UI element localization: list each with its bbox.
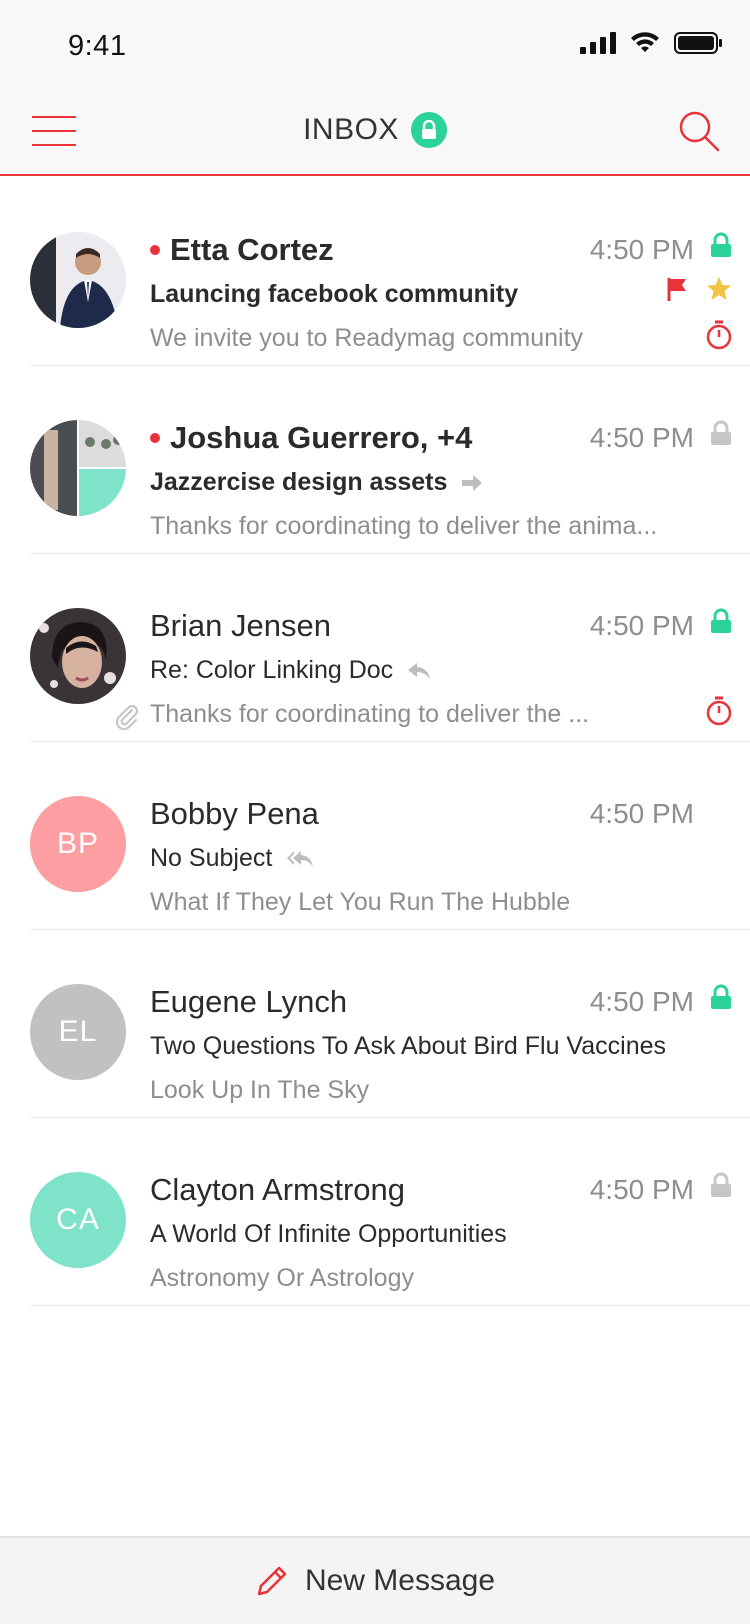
lock-icon: [711, 984, 731, 1009]
avatar: [30, 420, 126, 516]
email-time: 4:50 PM: [589, 798, 694, 829]
email-preview: What If They Let You Run The Hubble: [150, 888, 571, 916]
flag-icon[interactable]: [666, 276, 688, 302]
email-time: 4:50 PM: [589, 422, 694, 453]
signal-icon: [580, 32, 616, 54]
email-subject: Two Questions To Ask About Bird Flu Vacc…: [150, 1032, 667, 1060]
sender-name: Brian Jensen: [150, 608, 331, 643]
secure-lock-icon: [410, 112, 447, 148]
status-time: 9:41: [68, 30, 127, 62]
email-subject: No Subject: [150, 844, 314, 873]
avatar-initials: EL: [58, 1015, 98, 1048]
star-icon[interactable]: [706, 276, 732, 302]
nav-bar: INBOX: [0, 90, 750, 176]
email-preview: Astronomy Or Astrology: [150, 1264, 414, 1292]
search-icon: [679, 111, 720, 152]
reply-icon: [408, 662, 431, 679]
timer-icon: [706, 320, 732, 350]
avatar: CA: [30, 1172, 126, 1268]
email-row[interactable]: Etta Cortez 4:50 PM Launcing facebook co…: [30, 178, 750, 366]
avatar-initials: BP: [56, 827, 100, 860]
avatar-initials: CA: [56, 1203, 100, 1236]
email-subject: Launcing facebook community: [150, 280, 519, 308]
email-preview: Look Up In The Sky: [150, 1076, 370, 1104]
email-subject: A World Of Infinite Opportunities: [150, 1220, 507, 1248]
battery-icon: [674, 32, 722, 54]
email-time: 4:50 PM: [589, 610, 694, 641]
search-button[interactable]: [678, 110, 720, 157]
email-time: 4:50 PM: [589, 1174, 694, 1205]
attachment-icon: [115, 704, 139, 730]
nav-title-group: INBOX: [0, 112, 750, 148]
new-message-label: New Message: [304, 1564, 496, 1597]
lock-icon: [711, 1172, 731, 1197]
email-preview: Thanks for coordinating to deliver the a…: [150, 512, 658, 540]
lock-icon: [711, 232, 731, 257]
email-preview: Thanks for coordinating to deliver the .…: [150, 700, 590, 728]
wifi-icon: [631, 32, 659, 52]
sender-name: Eugene Lynch: [150, 984, 348, 1019]
email-list: Etta Cortez 4:50 PM Launcing facebook co…: [0, 178, 750, 1306]
new-message-button[interactable]: New Message: [0, 1536, 750, 1624]
email-preview: We invite you to Readymag community: [150, 324, 584, 352]
forward-icon: [462, 474, 483, 491]
status-icons: [580, 32, 722, 54]
avatar: EL: [30, 984, 126, 1080]
page-title: INBOX: [303, 113, 399, 146]
pencil-icon: [257, 1566, 287, 1596]
reply-all-icon: [287, 850, 314, 867]
sender-name: Bobby Pena: [150, 796, 319, 831]
email-row[interactable]: BP Bobby Pena 4:50 PM No Subject What If…: [30, 742, 750, 930]
avatar: BP: [30, 796, 126, 892]
status-bar: 9:41: [0, 0, 750, 90]
email-row[interactable]: EL Eugene Lynch 4:50 PM Two Questions To…: [30, 930, 750, 1118]
sender-name: Joshua Guerrero, +4: [150, 420, 472, 456]
unread-dot: [150, 433, 160, 443]
sender-name: Etta Cortez: [150, 232, 334, 268]
avatar: [30, 232, 126, 328]
email-subject: Re: Color Linking Doc: [150, 656, 431, 685]
email-time: 4:50 PM: [589, 986, 694, 1017]
email-subject: Jazzercise design assets: [150, 468, 483, 497]
lock-icon: [711, 608, 731, 633]
lock-icon: [711, 420, 731, 445]
avatar: [30, 608, 126, 704]
email-row[interactable]: Brian Jensen 4:50 PM Re: Color Linking D…: [30, 554, 750, 742]
email-row[interactable]: Joshua Guerrero, +4 4:50 PM Jazzercise d…: [30, 366, 750, 554]
sender-name: Clayton Armstrong: [150, 1172, 405, 1207]
unread-dot: [150, 245, 160, 255]
email-time: 4:50 PM: [589, 234, 694, 265]
timer-icon: [706, 696, 732, 726]
email-row[interactable]: CA Clayton Armstrong 4:50 PM A World Of …: [30, 1118, 750, 1306]
